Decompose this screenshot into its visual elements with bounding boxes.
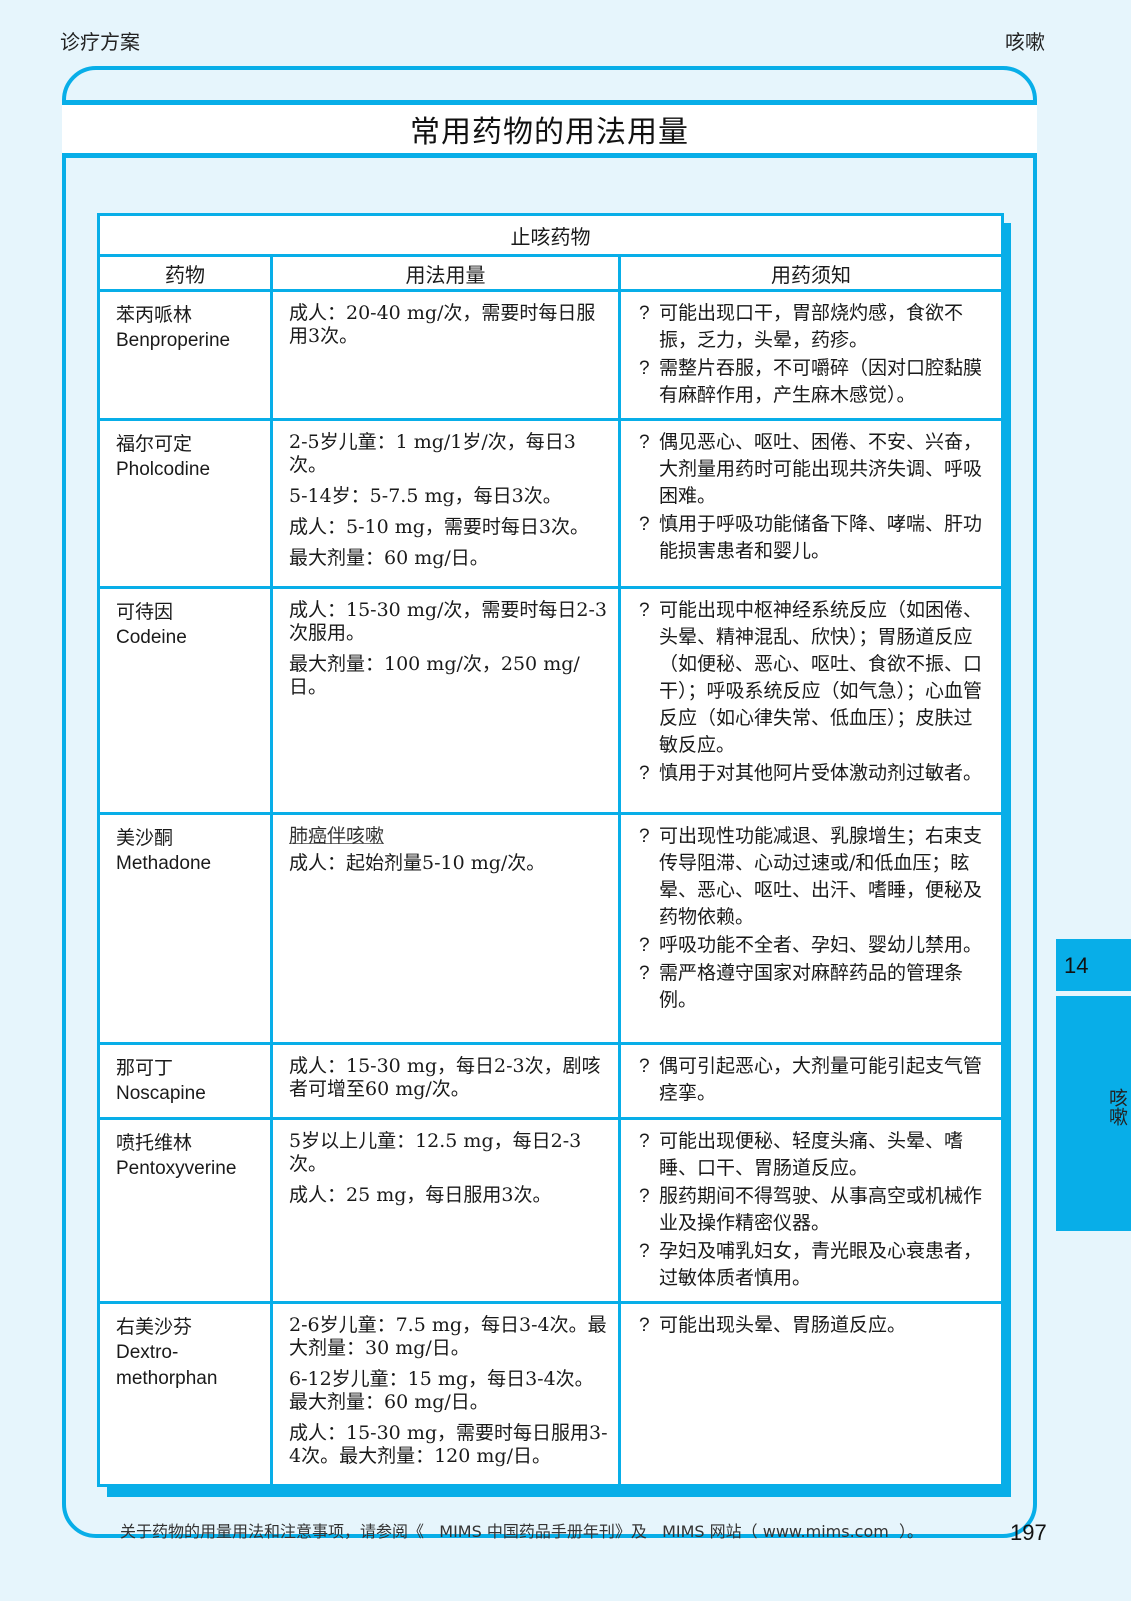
drug-name-cell: 右美沙芬 Dextro-methorphan (97, 1301, 273, 1487)
drug-name-cn: 喷托维林 (116, 1132, 193, 1154)
drug-name-cn: 美沙酮 (116, 827, 174, 849)
drug-table-container: 止咳药物 药物 用法用量 用药须知 苯丙哌林 Benproperine 成人：20-… (96, 213, 1005, 1487)
notes-cell: 可能出现便秘、轻度头痛、头晕、嗜睡、口干、胃肠道反应。服药期间不得驾驶、从事高空… (617, 1117, 1005, 1304)
table-caption: 止咳药物 (96, 213, 1005, 257)
notes-list: 偶见恶心、呕吐、困倦、不安、兴奋，大剂量用药时可能出现共济失调、呼吸困难。慎用于… (639, 429, 991, 565)
dosage-line: 6-12岁儿童：15 mg，每日3-4次。最大剂量：60 mg/日。 (289, 1368, 594, 1413)
dosage-subheading: 肺癌伴咳嗽 (289, 825, 385, 847)
chapter-tab-number[interactable]: 14 (1056, 939, 1131, 991)
drug-name-en: Benproperine (116, 330, 231, 351)
page-title: 常用药物的用法用量 (410, 115, 689, 150)
table-row: 美沙酮Methadone肺癌伴咳嗽成人：起始剂量5-10 mg/次。可出现性功能… (97, 812, 1005, 1045)
table-row: 右美沙芬 Dextro-methorphan 2-6岁儿童：7.5 mg，每日3-4… (97, 1301, 1005, 1487)
table-row: 可待因 Codeine 成人：15-30 mg/次，需要时每日2-3次服用。 最大剂量… (97, 586, 1005, 815)
title-band: 常用药物的用法用量 (62, 100, 1037, 158)
drug-name-cell: 喷托维林 Pentoxyverine (97, 1117, 273, 1304)
dosage-cell: 成人：20-40 mg/次，需要时每日服用3次。 (270, 289, 621, 421)
notes-cell: 可能出现中枢神经系统反应（如困倦、头晕、精神混乱、欣快）；胃肠道反应（如便秘、恶… (617, 586, 1005, 815)
notes-cell: 偶可引起恶心，大剂量可能引起支气管痉挛。 (617, 1042, 1005, 1120)
column-header-dosage: 用法用量 (270, 254, 621, 292)
drug-name-en: Pholcodine (116, 459, 211, 480)
table-header-row: 药物 用法用量 用药须知 (97, 254, 1005, 292)
notes-list: 可能出现头晕、胃肠道反应。 (639, 1312, 991, 1339)
table-row: 喷托维林 Pentoxyverine 5岁以上儿童：12.5 mg，每日2-3次。成… (97, 1117, 1005, 1304)
dosage-cell: 成人：15-30 mg/次，需要时每日2-3次服用。 最大剂量：100 mg/次，… (270, 586, 621, 815)
notes-list: 偶可引起恶心，大剂量可能引起支气管痉挛。 (639, 1053, 991, 1107)
dosage-line: 成人：起始剂量5-10 mg/次。 (289, 852, 546, 874)
note-item: 服药期间不得驾驶、从事高空或机械作业及操作精密仪器。 (639, 1183, 991, 1237)
dosage-cell: 2-5岁儿童：1 mg/1岁/次，每日3次。 5-14岁：5-7.5 mg，每日3… (270, 418, 621, 589)
note-item: 可能出现口干，胃部烧灼感，食欲不振，乏力，头晕，药疹。 (639, 300, 991, 354)
note-item: 偶见恶心、呕吐、困倦、不安、兴奋，大剂量用药时可能出现共济失调、呼吸困难。 (639, 429, 991, 510)
notes-cell: 可出现性功能减退、乳腺增生；右束支传导阻滞、心动过速或/和低血压；眩晕、恶心、呕… (617, 812, 1005, 1045)
column-header-drug: 药物 (97, 254, 273, 292)
column-header-notes: 用药须知 (617, 254, 1005, 292)
note-item: 需整片吞服，不可嚼碎（因对口腔黏膜有麻醉作用，产生麻木感觉）。 (639, 355, 991, 409)
chapter-tab-label[interactable]: 咳嗽 (1056, 996, 1131, 1231)
drug-name-cell: 那可丁 Noscapine (97, 1042, 273, 1120)
drug-name-cell: 苯丙哌林 Benproperine (97, 289, 273, 421)
drug-name-en: Codeine (116, 627, 187, 648)
footer-reference: 关于药物的用量用法和注意事项，请参阅《 MIMS 中国药品手册年刊》及 MIMS… (120, 1522, 924, 1541)
drug-name-cell: 美沙酮 Methadone (97, 812, 273, 1045)
dosage-line: 最大剂量：60 mg/日。 (289, 547, 489, 569)
drug-name-cell: 可待因 Codeine (97, 586, 273, 815)
drug-name-cn: 右美沙芬 (116, 1316, 193, 1338)
dosage-line: 5-14岁：5-7.5 mg，每日3次。 (289, 485, 562, 507)
notes-cell: 偶见恶心、呕吐、困倦、不安、兴奋，大剂量用药时可能出现共济失调、呼吸困难。慎用于… (617, 418, 1005, 589)
dosage-line: 2-5岁儿童：1 mg/1岁/次，每日3次。 (289, 431, 576, 476)
dosage-line: 成人：5-10 mg，需要时每日3次。 (289, 516, 589, 538)
note-item: 呼吸功能不全者、孕妇、婴幼儿禁用。 (639, 932, 991, 959)
notes-list: 可能出现便秘、轻度头痛、头晕、嗜睡、口干、胃肠道反应。服药期间不得驾驶、从事高空… (639, 1128, 991, 1292)
dosage-cell: 2-6岁儿童：7.5 mg，每日3-4次。最大剂量：30 mg/日。 6-12岁儿… (270, 1301, 621, 1487)
note-item: 可能出现头晕、胃肠道反应。 (639, 1312, 991, 1339)
dosage-line: 5岁以上儿童：12.5 mg，每日2-3次。 (289, 1130, 582, 1175)
page-number: 197 (1010, 1520, 1047, 1545)
notes-cell: 可能出现口干，胃部烧灼感，食欲不振，乏力，头晕，药疹。需整片吞服，不可嚼碎（因对… (617, 289, 1005, 421)
drug-name-en: Pentoxyverine (116, 1158, 237, 1179)
drug-name-cn: 福尔可定 (116, 433, 193, 455)
note-item: 孕妇及哺乳妇女，青光眼及心衰患者，过敏体质者慎用。 (639, 1238, 991, 1292)
drug-name-en: Noscapine (116, 1083, 206, 1104)
dosage-cell: 成人：15-30 mg，每日2-3次，剧咳者可增至60 mg/次。 (270, 1042, 621, 1120)
notes-list: 可能出现中枢神经系统反应（如困倦、头晕、精神混乱、欣快）；胃肠道反应（如便秘、恶… (639, 597, 991, 787)
dosage-line: 最大剂量：100 mg/次，250 mg/日。 (289, 653, 580, 698)
running-head-section: 诊疗方案 (60, 30, 140, 54)
note-item: 可能出现便秘、轻度头痛、头晕、嗜睡、口干、胃肠道反应。 (639, 1128, 991, 1182)
drug-name-cn: 那可丁 (116, 1057, 174, 1079)
dosage-line: 成人：25 mg，每日服用3次。 (289, 1184, 552, 1206)
dosage-cell: 肺癌伴咳嗽成人：起始剂量5-10 mg/次。 (270, 812, 621, 1045)
drug-name-en: Methadone (116, 853, 212, 874)
dosage-line: 成人：15-30 mg，每日2-3次，剧咳者可增至60 mg/次。 (289, 1055, 601, 1100)
note-item: 可能出现中枢神经系统反应（如困倦、头晕、精神混乱、欣快）；胃肠道反应（如便秘、恶… (639, 597, 991, 759)
notes-list: 可出现性功能减退、乳腺增生；右束支传导阻滞、心动过速或/和低血压；眩晕、恶心、呕… (639, 823, 991, 1014)
drug-name-cn: 可待因 (116, 601, 174, 623)
note-item: 偶可引起恶心，大剂量可能引起支气管痉挛。 (639, 1053, 991, 1107)
dosage-line: 成人：15-30 mg/次，需要时每日2-3次服用。 (289, 599, 607, 644)
notes-cell: 可能出现头晕、胃肠道反应。 (617, 1301, 1005, 1487)
running-head-chapter: 咳嗽 (1005, 30, 1045, 54)
drug-name-cn: 苯丙哌林 (116, 304, 193, 326)
note-item: 慎用于呼吸功能储备下降、哮喘、肝功能损害患者和婴儿。 (639, 511, 991, 565)
table-body: 苯丙哌林 Benproperine 成人：20-40 mg/次，需要时每日服用3次。… (97, 289, 1005, 1487)
dosage-line: 成人：15-30 mg，需要时每日服用3-4次。最大剂量：120 mg/日。 (289, 1422, 608, 1467)
notes-list: 可能出现口干，胃部烧灼感，食欲不振，乏力，头晕，药疹。需整片吞服，不可嚼碎（因对… (639, 300, 991, 409)
table-row: 那可丁 Noscapine 成人：15-30 mg，每日2-3次，剧咳者可增至60 … (97, 1042, 1005, 1120)
table-row: 福尔可定 Pholcodine 2-5岁儿童：1 mg/1岁/次，每日3次。 5-14… (97, 418, 1005, 589)
note-item: 慎用于对其他阿片受体激动剂过敏者。 (639, 760, 991, 787)
note-item: 可出现性功能减退、乳腺增生；右束支传导阻滞、心动过速或/和低血压；眩晕、恶心、呕… (639, 823, 991, 931)
dosage-line: 2-6岁儿童：7.5 mg，每日3-4次。最大剂量：30 mg/日。 (289, 1314, 607, 1359)
dosage-cell: 5岁以上儿童：12.5 mg，每日2-3次。成人：25 mg，每日服用3次。 (270, 1117, 621, 1304)
drug-name-en: Dextro-methorphan (116, 1342, 218, 1389)
drug-table: 止咳药物 药物 用法用量 用药须知 苯丙哌林 Benproperine 成人：20-… (96, 213, 1005, 1487)
drug-name-cell: 福尔可定 Pholcodine (97, 418, 273, 589)
note-item: 需严格遵守国家对麻醉药品的管理条例。 (639, 960, 991, 1014)
table-row: 苯丙哌林 Benproperine 成人：20-40 mg/次，需要时每日服用3次。… (97, 289, 1005, 421)
dosage-line: 成人：20-40 mg/次，需要时每日服用3次。 (289, 302, 596, 347)
